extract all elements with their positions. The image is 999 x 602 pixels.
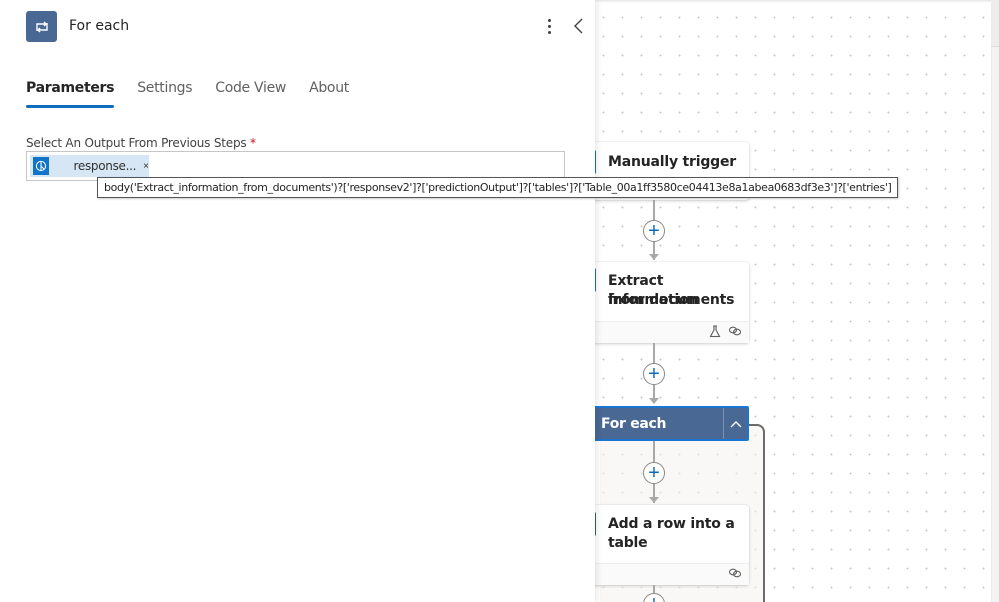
action-details-panel: For each Parameters Settings Code View A… [0,0,595,602]
tab-about[interactable]: About [309,80,349,106]
step-card-for-each[interactable]: For each [578,406,749,441]
add-step-button[interactable]: + [643,363,665,385]
plus-icon: + [648,363,660,385]
arrow-icon [649,497,659,503]
field-label-text: Select An Output From Previous Steps [26,136,247,150]
add-step-button[interactable]: + [643,220,665,242]
chevron-left-icon [574,18,583,34]
token-label: response... [73,159,137,173]
chevron-up-icon [730,420,741,427]
tab-parameters[interactable]: Parameters [26,80,115,108]
more-dot-icon [547,30,551,34]
remove-token-button[interactable]: × [143,161,149,172]
arrow-icon [649,254,659,260]
link-icon[interactable] [728,325,742,340]
expression-tooltip: body('Extract_information_from_documents… [97,177,899,198]
panel-title: For each [69,18,130,34]
field-label: Select An Output From Previous Steps * [26,136,256,150]
more-dot-icon [547,24,551,28]
link-icon[interactable] [728,567,742,582]
plus-icon: + [648,462,660,484]
dynamic-content-token[interactable]: response... × [30,155,149,177]
loop-icon [26,11,57,42]
collapse-panel-button[interactable] [570,16,588,36]
add-step-button[interactable]: + [643,462,665,484]
canvas-scrollbar[interactable] [991,0,999,602]
step-title-line2: table [608,535,648,551]
step-title-line1: Add a row into a [608,516,735,532]
more-dot-icon [547,18,551,22]
arrow-icon [649,398,659,404]
tab-settings[interactable]: Settings [137,80,192,106]
plus-icon: + [648,220,660,242]
scrollbar-thumb[interactable] [991,0,999,47]
panel-tabs: Parameters Settings Code View About [26,80,372,108]
collapse-scope-button[interactable] [723,408,747,439]
step-card-extract-information[interactable]: Extract information from documents [578,262,749,343]
plus-icon: + [648,594,660,602]
step-footer [578,563,749,585]
step-card-add-row[interactable]: Add a row into a table [578,505,749,585]
more-options-button[interactable] [541,15,557,37]
step-title: For each [601,416,667,432]
flask-icon[interactable] [709,325,721,341]
step-title-line2: from documents [608,292,735,308]
step-footer [578,321,749,343]
ai-builder-icon [33,157,49,175]
tab-code-view[interactable]: Code View [215,80,286,106]
required-marker: * [250,136,256,150]
